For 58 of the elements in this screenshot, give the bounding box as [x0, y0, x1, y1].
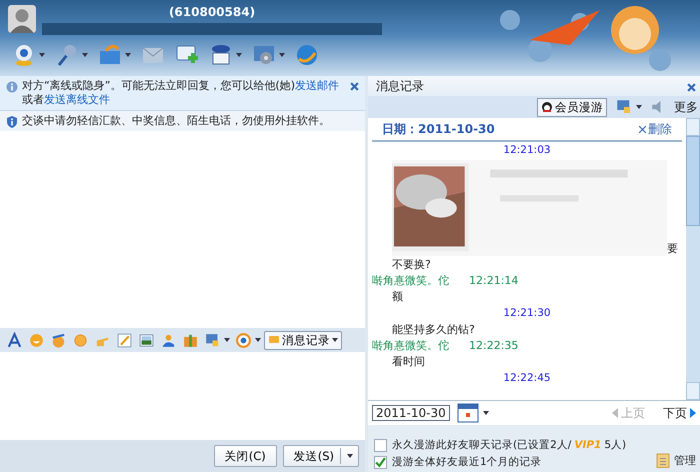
- option-label: 永久漫游此好友聊天记录(已设置2人/: [392, 438, 572, 452]
- more-button[interactable]: 更多: [674, 98, 698, 116]
- link[interactable]: 发送邮件: [294, 79, 339, 92]
- message-time: 12:21:14: [469, 273, 518, 288]
- microphone-icon[interactable]: [55, 43, 79, 67]
- message-time: 12:22:35: [469, 338, 518, 353]
- message-text: 不要换?: [391, 257, 432, 273]
- next-page-button[interactable]: 下页: [663, 404, 696, 422]
- caret-icon[interactable]: [332, 338, 338, 342]
- sender-name: 啭角惪微笑。佗: [372, 338, 449, 353]
- option-label: 5人): [604, 438, 626, 452]
- notice-text: 交谈中请勿轻信汇款、中奖信息、陌生电话，勿使用外挂软件。: [22, 114, 331, 128]
- caret-icon[interactable]: [82, 53, 88, 57]
- notice-text: 对方“离线或隐身”。可能无法立即回复，您可以给他(她)发送邮件 或者发送离线文件: [22, 79, 340, 107]
- message-text: 要: [667, 241, 679, 256]
- checkbox[interactable]: [374, 438, 387, 452]
- s-logo-icon[interactable]: [235, 332, 252, 348]
- message-time: 12:21:03: [502, 143, 552, 158]
- avatar[interactable]: [8, 5, 36, 33]
- link[interactable]: 发送离线文件: [44, 93, 110, 106]
- delete-icon[interactable]: [638, 124, 647, 134]
- caret-icon[interactable]: [236, 53, 242, 57]
- caret-icon[interactable]: [39, 53, 45, 57]
- card-icon[interactable]: [209, 43, 233, 67]
- message-time: 12:22:45: [502, 371, 552, 386]
- roam-button[interactable]: 会员漫游: [537, 98, 607, 116]
- message-text: 看时间: [391, 354, 426, 370]
- close-icon[interactable]: [350, 82, 359, 91]
- option-label: 漫游全体好友最近1个月的记录: [392, 455, 542, 469]
- clipboard-icon[interactable]: [654, 451, 672, 469]
- send-button[interactable]: 发送(S): [282, 445, 359, 467]
- vip-label: VIP1: [574, 439, 602, 451]
- history-button[interactable]: 消息记录: [264, 330, 342, 350]
- shield-icon: [6, 116, 18, 128]
- close-button[interactable]: 关闭(C): [214, 445, 277, 467]
- scrollbar[interactable]: [686, 118, 700, 400]
- manage-button[interactable]: 管理: [654, 451, 696, 469]
- caret-icon[interactable]: [224, 338, 230, 342]
- caret-icon[interactable]: [255, 338, 261, 342]
- panel-title: 消息记录: [376, 78, 424, 94]
- message-time: 12:21:30: [502, 306, 552, 321]
- caret-icon[interactable]: [125, 53, 131, 57]
- caret-icon[interactable]: [636, 105, 642, 109]
- checkbox[interactable]: [374, 456, 387, 468]
- message-text: 能坚持多久的钻?: [391, 322, 476, 338]
- caret-icon[interactable]: [482, 411, 489, 415]
- window-title: (610800584): [168, 5, 256, 21]
- calendar-icon[interactable]: [456, 401, 480, 425]
- caret-icon[interactable]: [279, 53, 285, 57]
- date-field[interactable]: 2011-10-30: [372, 405, 450, 421]
- right-arrow-icon[interactable]: [690, 408, 696, 418]
- caret-icon[interactable]: [347, 454, 353, 458]
- sender-name: 啭角惪微笑。佗: [372, 273, 449, 288]
- message-text: 额: [391, 289, 404, 305]
- date-heading: 日期：2011-10-30: [382, 120, 495, 138]
- info-icon: [6, 81, 18, 93]
- close-icon[interactable]: [687, 83, 696, 92]
- delete-link[interactable]: 删除: [638, 120, 672, 138]
